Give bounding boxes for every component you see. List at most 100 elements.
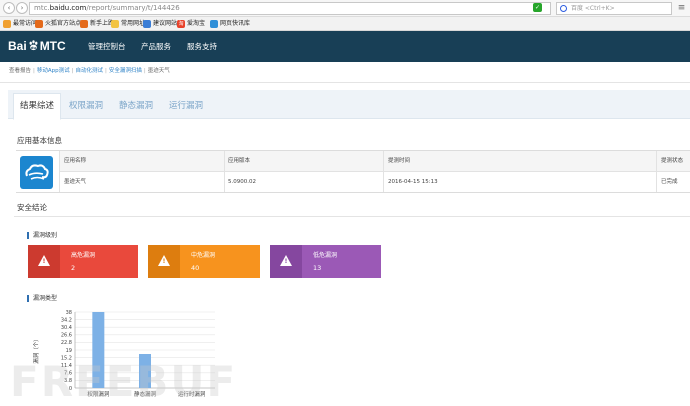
app-version-value: 5.0900.02 <box>228 179 256 185</box>
bookmark-label: 网页快讯库 <box>220 20 251 27</box>
header-divider <box>0 82 690 83</box>
breadcrumb-current-app: 墨迹天气 <box>147 68 170 74</box>
star-icon <box>3 20 11 28</box>
breadcrumb-separator: | <box>71 68 74 74</box>
logo-text-right: MTC <box>39 39 66 53</box>
vuln-type-title: 漏洞类型 <box>27 295 57 302</box>
logo-text-left: Bai <box>8 39 27 53</box>
firefox-icon <box>80 20 88 28</box>
bookmark-label: 火狐官方站点 <box>45 20 82 27</box>
breadcrumb-separator: | <box>105 68 107 74</box>
medium-risk-card[interactable]: ! 中危漏洞 40 <box>148 245 260 278</box>
site-header: Bai du MTC 管理控制台 产品服务 服务支持 <box>0 31 690 62</box>
warning-mark: ! <box>42 258 46 265</box>
breadcrumb: 查看报告 | 移动App测试 | 自动化测试 | 安全漏洞扫描 | 墨迹天气 <box>9 66 170 76</box>
card-label: 中危漏洞 <box>191 252 216 259</box>
search-icon <box>560 5 567 12</box>
bookmark-label: 建议网站 <box>153 20 178 27</box>
breadcrumb-separator: | <box>33 68 35 74</box>
submit-time-value: 2016-04-15 15:13 <box>388 179 438 185</box>
tab-runtime-vulns[interactable]: 运行漏洞 <box>161 94 211 119</box>
bookmark-getting-started[interactable]: 新手上路 <box>80 19 114 29</box>
breadcrumb-separator: | <box>143 68 146 74</box>
header-app-version: 应用版本 <box>228 158 251 164</box>
table-divider <box>656 151 657 192</box>
table-divider <box>383 151 384 192</box>
breadcrumb-automation-test[interactable]: 自动化测试 <box>75 68 103 74</box>
app-logo <box>20 156 53 189</box>
y-tick-label: 19 <box>66 348 72 354</box>
card-label: 高危漏洞 <box>71 252 96 259</box>
url-prefix: mtc. <box>34 4 50 12</box>
submit-status-value: 已完成 <box>661 179 678 185</box>
app-name-value: 墨迹天气 <box>64 179 87 185</box>
card-icon-box: ! <box>270 245 302 278</box>
card-count: 2 <box>71 264 76 272</box>
taobao-icon: 淘 <box>177 20 185 28</box>
security-title: 安全结论 <box>17 203 47 212</box>
y-tick-label: 30.4 <box>61 325 72 331</box>
firefox-icon <box>35 20 43 28</box>
bookmark-label: 常用网址 <box>121 20 146 27</box>
report-tabs: 结果综述 权限漏洞 静态漏洞 运行漏洞 <box>8 90 690 120</box>
web-slice-icon <box>210 20 218 28</box>
paw-icon: du <box>29 40 38 50</box>
table-divider <box>59 151 60 192</box>
breadcrumb-mobile-app-test[interactable]: 移动App测试 <box>37 68 70 74</box>
breadcrumb-view-report: 查看报告 <box>9 68 32 74</box>
suggest-icon <box>143 20 151 28</box>
browser-menu-icon[interactable]: ≡ <box>676 3 687 14</box>
card-icon-box: ! <box>28 245 60 278</box>
card-label: 低危漏洞 <box>313 252 338 259</box>
security-shield-icon[interactable]: ✓ <box>533 3 542 12</box>
table-divider <box>224 151 225 192</box>
bookmark-ai-taobao[interactable]: 淘爱淘宝 <box>177 19 205 29</box>
folder-icon <box>111 20 119 28</box>
y-tick-label: 34.2 <box>61 317 72 323</box>
high-risk-card[interactable]: ! 高危漏洞 2 <box>28 245 138 278</box>
card-icon-box: ! <box>148 245 180 278</box>
back-icon[interactable]: ‹ <box>3 2 15 14</box>
tab-permission-vulns[interactable]: 权限漏洞 <box>61 94 111 119</box>
table-header-row <box>59 151 690 172</box>
cloud-icon <box>25 164 49 180</box>
app-info-title: 应用基本信息 <box>17 136 62 145</box>
nav-products[interactable]: 产品服务 <box>141 42 171 52</box>
y-tick-label: 26.6 <box>61 333 72 339</box>
app-info-table: 应用名称 应用版本 提测时间 提测状态 墨迹天气 5.0900.02 2016-… <box>16 150 690 193</box>
card-count: 13 <box>313 264 322 272</box>
bookmark-firefox-official[interactable]: 火狐官方站点 <box>35 19 81 29</box>
svg-text:du: du <box>31 46 37 50</box>
bookmark-most-visited[interactable]: 最常访问 <box>3 19 37 29</box>
url-domain: baidu.com <box>49 4 87 12</box>
browser-search-input[interactable]: 百度 <Ctrl+K> <box>556 2 672 15</box>
warning-mark: ! <box>284 258 288 265</box>
browser-address-bar: ‹ › mtc.baidu.com/report/summary/t/14442… <box>0 0 690 17</box>
bookmark-label: 爱淘宝 <box>187 20 206 27</box>
low-risk-card[interactable]: ! 低危漏洞 13 <box>270 245 381 278</box>
bookmark-label: 最常访问 <box>13 20 38 27</box>
freebuf-watermark: FREEBUF <box>10 357 238 406</box>
url-input[interactable]: mtc.baidu.com/report/summary/t/144426 <box>29 2 551 15</box>
tab-static-vulns[interactable]: 静态漏洞 <box>111 94 161 119</box>
y-tick-label: 22.8 <box>61 340 72 346</box>
header-submit-status: 提测状态 <box>661 158 684 164</box>
forward-icon[interactable]: › <box>16 2 28 14</box>
search-placeholder: 百度 <Ctrl+K> <box>571 5 615 12</box>
warning-mark: ! <box>162 258 166 265</box>
baidu-mtc-logo[interactable]: Bai du MTC <box>8 39 66 54</box>
vuln-level-title: 漏洞级别 <box>27 232 57 239</box>
nav-support[interactable]: 服务支持 <box>187 42 217 52</box>
breadcrumb-security-scan[interactable]: 安全漏洞扫描 <box>109 68 142 74</box>
nav-console[interactable]: 管理控制台 <box>88 42 126 52</box>
header-app-name: 应用名称 <box>64 158 87 164</box>
bookmark-common-sites[interactable]: 常用网址 <box>111 19 145 29</box>
section-divider <box>14 216 690 217</box>
url-path: /report/summary/t/144426 <box>86 4 180 12</box>
y-tick-label: 38 <box>66 310 72 316</box>
bookmark-web-slice[interactable]: 网页快讯库 <box>210 19 250 29</box>
bookmark-suggested-sites[interactable]: 建议网站 <box>143 19 177 29</box>
header-submit-time: 提测时间 <box>388 158 411 164</box>
bookmarks-bar: 最常访问 火狐官方站点 新手上路 常用网址 建议网站 淘爱淘宝 网页快讯库 <box>0 17 690 31</box>
tab-summary[interactable]: 结果综述 <box>13 93 61 120</box>
